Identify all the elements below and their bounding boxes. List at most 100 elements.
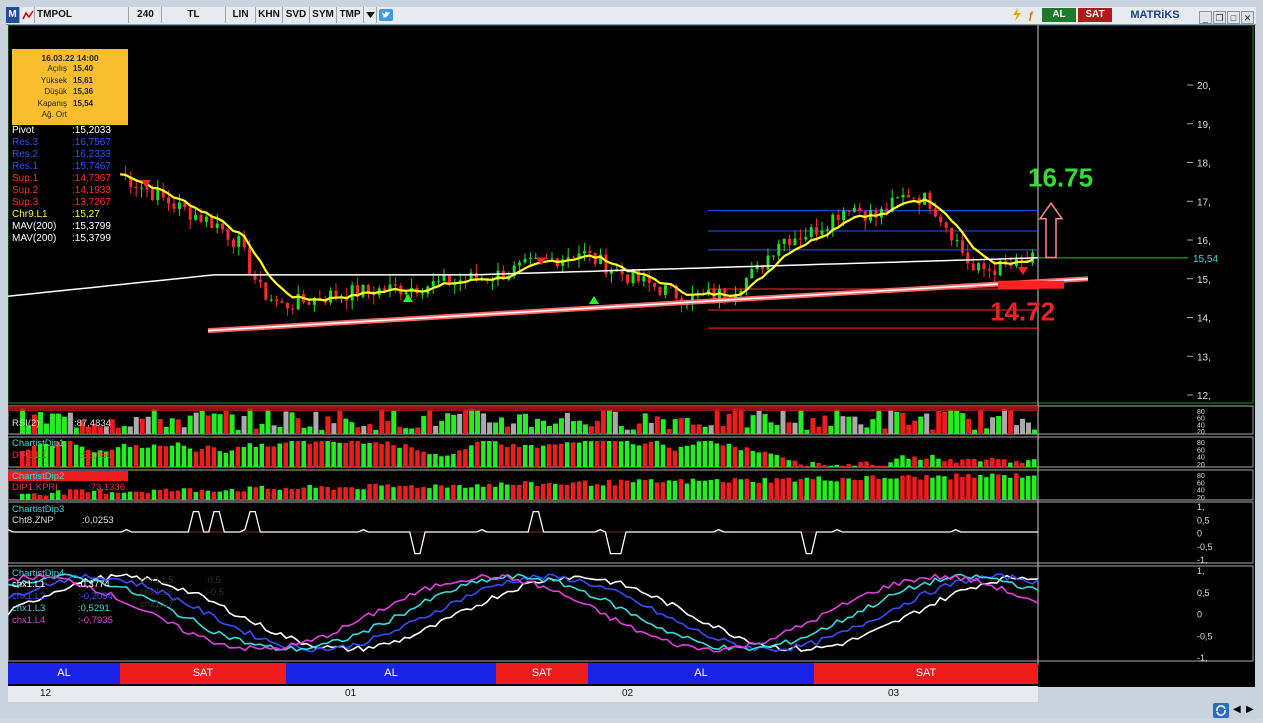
rsi-bar	[1026, 422, 1032, 434]
rsi-bar	[385, 421, 391, 434]
dip1-bar	[409, 447, 414, 467]
dip2-bar	[708, 479, 714, 500]
period-button[interactable]: 240	[130, 7, 162, 23]
chart-type-icon[interactable]	[21, 7, 35, 23]
dip2-bar	[840, 477, 845, 500]
candle-body	[167, 197, 171, 204]
chx-label: chx1.L2	[12, 591, 46, 602]
dip1-bar	[846, 464, 851, 467]
dip2-bar	[457, 485, 462, 500]
rsi-bar	[966, 418, 972, 434]
dip1-bar	[211, 447, 217, 467]
signal-bar: AL SAT AL SAT AL SAT	[8, 663, 1038, 684]
candle-body	[955, 240, 959, 242]
dip1-bar	[445, 455, 450, 467]
template-button[interactable]: TMP	[337, 7, 364, 23]
dip2-bar	[804, 477, 809, 500]
candle-body	[987, 269, 991, 271]
refresh-icon[interactable]	[1213, 703, 1229, 723]
info-row: Ağ. Ort	[12, 109, 128, 121]
candle-body	[993, 270, 997, 276]
rsi-bar	[289, 412, 295, 434]
dip2-bar	[313, 487, 318, 500]
dip2-bar	[534, 486, 540, 500]
flash-icon[interactable]	[1010, 8, 1024, 22]
rsi-bar	[391, 410, 397, 434]
scroll-right-icon[interactable]: ▶	[1246, 704, 1256, 715]
minimize-icon[interactable]: _	[1199, 11, 1212, 24]
rsi-bar	[463, 409, 469, 434]
dip1-bar	[505, 446, 510, 467]
candle-body	[977, 263, 981, 271]
dip2-bar	[223, 490, 229, 500]
legend-item: Res.3:16,7567	[12, 137, 111, 148]
dip2-bar	[277, 489, 282, 500]
price-tick-label: 16,	[1197, 236, 1211, 247]
candle-body	[523, 258, 527, 263]
dip2-bar	[391, 487, 396, 500]
scroll-left-icon[interactable]: ◀	[1233, 704, 1243, 715]
currency-button[interactable]: TL	[162, 7, 226, 23]
chx-label: chx1.L4	[12, 615, 46, 626]
rsi-bar	[67, 412, 73, 434]
rsi-bar	[900, 412, 906, 434]
dip2-bar	[768, 482, 774, 500]
legend-value: :14,7367	[72, 173, 111, 184]
panel-tick-label: -0,5	[1197, 631, 1213, 641]
panel-tick-label: -1,	[1197, 653, 1208, 663]
chx-label: chx1.L3	[12, 603, 46, 614]
rsi-bar	[1032, 429, 1038, 434]
khn-button[interactable]: KHN	[256, 7, 283, 23]
price-chart[interactable]: 20, 19, 18, 17, 16, 15, 14, 13, 12, 15,54 16.75 14.…	[7, 24, 1255, 687]
rsi-bar	[127, 426, 133, 434]
rsi-bar	[714, 408, 720, 434]
dip2-bar	[996, 474, 1001, 500]
rsi-bar	[505, 426, 511, 434]
rsi-bar	[457, 413, 463, 434]
chart-area[interactable]: 20, 19, 18, 17, 16, 15, 14, 13, 12, 15,54 16.75 14.…	[7, 24, 1255, 687]
dip1-bar	[912, 456, 917, 467]
dip2-bar	[774, 478, 780, 500]
rsi-bar	[151, 409, 157, 434]
dip2-bar	[558, 484, 564, 500]
alert-icon[interactable]: ƒ	[1026, 8, 1040, 22]
candle-body	[777, 243, 781, 256]
date-label: 12	[40, 688, 52, 699]
close-icon[interactable]: ✕	[1241, 11, 1254, 24]
dip1-bar	[517, 447, 522, 467]
rsi-bar	[361, 426, 367, 434]
dip2-bar	[966, 473, 971, 500]
dip1-bar	[630, 444, 636, 467]
dip1-bar	[433, 453, 438, 467]
dip2-bar	[25, 493, 31, 500]
app-menu-button[interactable]: M	[6, 7, 20, 23]
dip1-bar	[714, 443, 720, 467]
rsi-bar	[169, 418, 175, 434]
candle-body	[172, 203, 176, 209]
sell-button[interactable]: SAT	[1078, 8, 1112, 22]
rsi-bar	[552, 423, 558, 434]
panel-tick-label: -1,	[1197, 555, 1208, 565]
dip1-bar	[367, 442, 372, 467]
buy-arrow-marker	[589, 295, 599, 304]
candle-body	[518, 262, 522, 266]
legend-name: MAV(200)	[12, 221, 57, 232]
restore-icon[interactable]: ❐	[1213, 11, 1226, 24]
dip1-bar	[403, 444, 408, 467]
dip1-bar	[349, 441, 354, 467]
symbol-field[interactable]: TMPOL	[35, 7, 129, 23]
scale-button[interactable]: LIN	[226, 7, 256, 23]
legend-value: :13,7267	[72, 197, 111, 208]
rsi-bar	[612, 411, 618, 434]
buy-button[interactable]: AL	[1042, 8, 1076, 22]
sym-button[interactable]: SYM	[310, 7, 337, 23]
dip2-bar	[397, 485, 402, 500]
info-row: Yüksek 15,61	[12, 75, 128, 87]
svd-button[interactable]: SVD	[283, 7, 310, 23]
chevron-down-icon[interactable]	[364, 7, 377, 23]
twitter-icon[interactable]	[377, 7, 394, 23]
maximize-icon[interactable]: □	[1227, 11, 1240, 24]
dip2-bar	[936, 475, 941, 500]
candle-body	[366, 284, 370, 292]
dip2-bar	[517, 484, 522, 500]
